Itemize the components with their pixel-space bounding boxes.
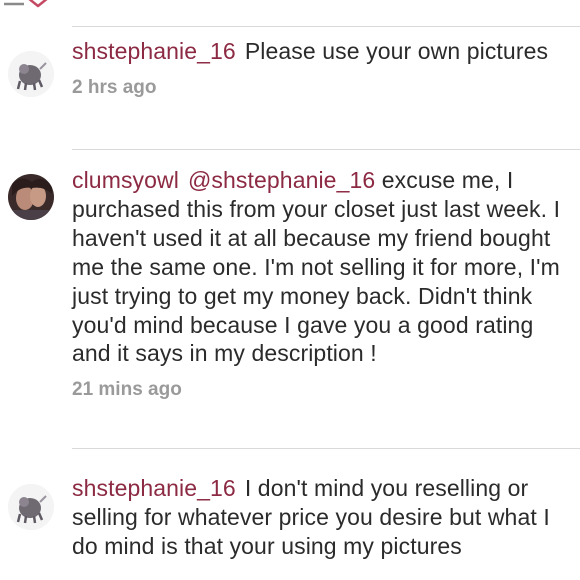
comment-timestamp: 21 mins ago	[72, 379, 182, 401]
comment-body: shstephanie_16 Please use your own pictur…	[72, 37, 562, 100]
username-link[interactable]: shstephanie_16	[72, 38, 236, 64]
comment-body: shstephanie_16 I don't mind you reselling…	[72, 474, 562, 561]
comment-text: shstephanie_16 Please use your own pictur…	[72, 37, 562, 66]
username-link[interactable]: clumsyowl	[72, 167, 179, 193]
comments-screen: shstephanie_16 Please use your own pictur…	[0, 0, 580, 580]
comment-body: clumsyowl @shstephanie_16 excuse me, I pu…	[72, 166, 562, 402]
comment-text: shstephanie_16 I don't mind you reselling…	[72, 474, 562, 561]
comment-text: clumsyowl @shstephanie_16 excuse me, I pu…	[72, 166, 562, 368]
divider	[72, 149, 580, 150]
heart-icon[interactable]	[0, 0, 60, 8]
username-link[interactable]: shstephanie_16	[72, 475, 236, 501]
avatar[interactable]	[8, 484, 54, 530]
avatar[interactable]	[8, 51, 54, 97]
avatar[interactable]	[8, 174, 54, 220]
comment-timestamp: 2 hrs ago	[72, 76, 157, 98]
comment-message: Please use your own pictures	[244, 38, 549, 64]
divider	[72, 26, 580, 27]
divider	[72, 448, 580, 449]
mention-link[interactable]: @shstephanie_16	[188, 167, 375, 193]
comment-message: excuse me, I purchased this from your cl…	[72, 167, 561, 367]
